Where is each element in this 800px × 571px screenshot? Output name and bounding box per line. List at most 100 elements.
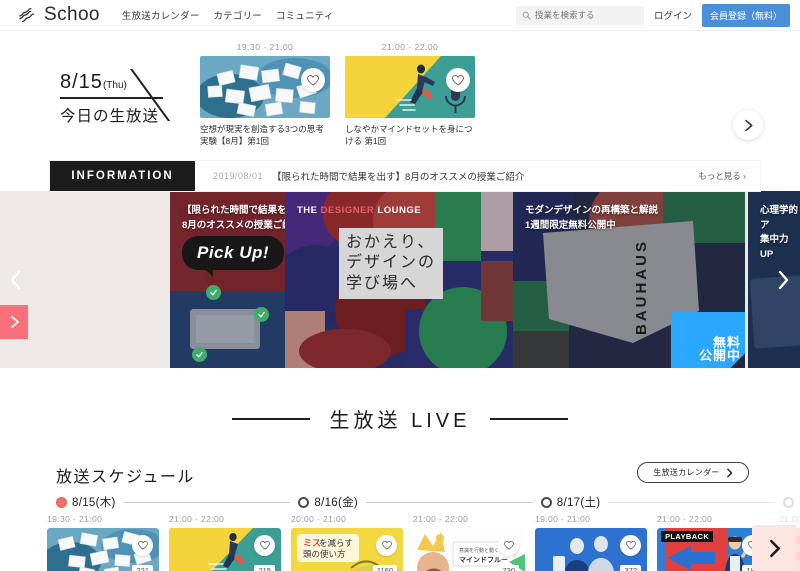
schedule-card[interactable]: 20:00 - 21:00 ミス を減らす 頭の使い方 1160: [291, 514, 403, 571]
attendee-count: 730: [498, 565, 519, 571]
schedule-card-list: 19:30 - 21:00 221 21:00 - 22:00 215 20:0…: [47, 514, 800, 571]
today-card[interactable]: 19:30 - 21:00 空想が現実を創造する3つの思考実験【8月】第1回: [200, 42, 330, 148]
heart-icon: [381, 541, 392, 550]
logo[interactable]: Schoo: [18, 4, 100, 26]
carousel-slide[interactable]: モダンデザインの再構築と解説 1週間限定無料公開中 BAUHAUS 無料 公開中: [513, 191, 745, 368]
favorite-button[interactable]: [301, 68, 325, 92]
today-card-time: 19:30 - 21:00: [236, 42, 294, 52]
svg-text:意識を行動と動く: 意識を行動と動く: [459, 547, 499, 554]
timeline-connector: [366, 501, 533, 503]
heading-rule-left: [231, 417, 310, 420]
schedule-card-time: 20:00 - 21:00: [291, 514, 347, 524]
free-badge-text: 無料 公開中: [698, 334, 741, 364]
heart-icon: [625, 541, 636, 550]
favorite-button[interactable]: [254, 535, 275, 556]
live-section-heading: 生放送 LIVE: [0, 404, 800, 433]
carousel-slide[interactable]: THE DESIGNER LOUNGE おかえり、 デザインの 学び場へ: [285, 191, 520, 368]
check-icon: [192, 347, 207, 362]
feature-carousel[interactable]: 【限られた時間で結果を出す】 8月のオススメの授業ご紹介 THE DESIGNE…: [0, 191, 800, 368]
search-input[interactable]: [534, 10, 638, 20]
favorite-button[interactable]: [376, 535, 397, 556]
schedule-card-thumbnail: ミス を減らす 頭の使い方 1160: [291, 528, 403, 571]
today-card[interactable]: 21:00 - 22:00 しなやかマインドセットを身につける 第1回: [345, 42, 475, 148]
favorite-button[interactable]: [132, 535, 153, 556]
slide-bauhaus-word: BAUHAUS: [633, 239, 650, 335]
schedule-card[interactable]: 19:30 - 21:00 221: [47, 514, 159, 571]
nav-item-category[interactable]: カテゴリー: [213, 8, 262, 22]
today-card-time: 21:00 - 22:00: [381, 42, 439, 52]
schedule-date[interactable]: 8/15(木): [56, 494, 116, 510]
schedule-card-time: 21:00 - 2: [779, 514, 800, 524]
information-title[interactable]: 【限られた時間で結果を出す】8月のオススメの授業ご紹介: [272, 169, 524, 183]
heart-icon: [452, 74, 464, 86]
search-icon: [522, 11, 531, 20]
heart-icon: [259, 541, 270, 550]
broadcast-calendar-label: 生放送カレンダー: [653, 468, 720, 477]
schedule-date-timeline: 8/15(木) 8/16(金) 8/17(土) 8/1: [56, 494, 800, 510]
check-icon: [206, 285, 221, 300]
today-card-title: しなやかマインドセットを身につける 第1回: [345, 124, 473, 147]
carousel-next-button[interactable]: [772, 267, 794, 293]
heading-rule-right: [490, 417, 569, 420]
information-badge: INFORMATION: [50, 161, 195, 191]
favorite-button[interactable]: [498, 535, 519, 556]
attendee-count: 221: [132, 565, 153, 571]
timeline-connector: [608, 501, 776, 503]
schedule-next-button[interactable]: [752, 525, 796, 571]
pickup-badge: Pick Up!: [182, 236, 285, 277]
svg-text:マインドフルー: マインドフルー: [459, 556, 508, 564]
slide-copy-line: 学び場へ: [346, 274, 419, 292]
header-actions: ログイン 会員登録（無料）: [515, 3, 790, 27]
check-icon: [254, 307, 269, 322]
information-date: 2019/08/01: [213, 171, 264, 181]
date-dot: [783, 496, 795, 508]
svg-text:頭の使い方: 頭の使い方: [303, 549, 346, 559]
heart-icon: [503, 541, 514, 550]
attendee-count: 1160: [372, 565, 397, 571]
chevron-right-icon: [769, 539, 780, 557]
schedule-date[interactable]: 8/17(土): [540, 494, 601, 510]
slide-copy-line: デザインの: [346, 254, 437, 272]
carousel-prev-button[interactable]: [5, 267, 27, 293]
favorite-button[interactable]: [446, 68, 470, 92]
information-more-link[interactable]: もっと見る ›: [698, 170, 746, 182]
heart-icon: [137, 541, 148, 550]
schedule-card[interactable]: 21:00 - 22:00 215: [169, 514, 281, 571]
information-bar: INFORMATION 2019/08/01 【限られた時間で結果を出す】8月の…: [50, 161, 760, 191]
schedule-date[interactable]: 8/1: [783, 496, 800, 508]
nav-item-community[interactable]: コミュニティ: [276, 8, 334, 22]
today-card-list: 19:30 - 21:00 空想が現実を創造する3つの思考実験【8月】第1回 2…: [200, 42, 475, 148]
schedule-card[interactable]: 19:00 - 21:00 372: [535, 514, 647, 571]
schedule-title: 放送スケジュール: [56, 469, 195, 486]
live-title: 生放送 LIVE: [329, 410, 471, 432]
site-header: Schoo 生放送カレンダー カテゴリー コミュニティ ログイン 会員登録（無料…: [0, 0, 800, 31]
chevron-right-icon: [726, 468, 732, 477]
timeline-connector: [123, 501, 291, 503]
slide-brand-label: THE DESIGNER LOUNGE: [297, 205, 422, 216]
schedule-date[interactable]: 8/16(金): [298, 494, 358, 510]
nav-item-calendar[interactable]: 生放送カレンダー: [122, 8, 200, 22]
date-label: 8/17(土): [556, 497, 601, 509]
broadcast-calendar-button[interactable]: 生放送カレンダー: [637, 462, 749, 483]
svg-text:を減らす: を減らす: [319, 538, 353, 548]
date-dot: [298, 496, 310, 508]
chevron-right-icon: [778, 270, 789, 290]
schedule-card-time: 21:00 - 22:00: [169, 514, 225, 524]
signup-button[interactable]: 会員登録（無料）: [701, 3, 790, 27]
free-badge: 無料 公開中: [671, 312, 745, 368]
schedule-card-thumbnail: 意識を行動と動く マインドフルー 730: [413, 528, 525, 571]
slide-headline: 心理学的ア 集中力UP: [760, 205, 799, 261]
today-next-button[interactable]: [733, 110, 763, 140]
favorite-button[interactable]: [620, 535, 641, 556]
slide-headline: モダンデザインの再構築と解説 1週間限定無料公開中: [525, 205, 659, 231]
date-label: 8/16(金): [314, 497, 359, 509]
side-promo-button[interactable]: [0, 305, 28, 339]
today-card-thumbnail: [200, 56, 330, 118]
schedule-card-time: 19:00 - 21:00: [535, 514, 591, 524]
schedule-card[interactable]: 21:00 - 22:00 意識を行動と動く マインドフルー 730: [413, 514, 525, 571]
attendee-count: 215: [254, 565, 275, 571]
date-dot: [540, 496, 552, 508]
login-link[interactable]: ログイン: [654, 8, 692, 22]
search-box[interactable]: [515, 5, 644, 25]
date-dot: [56, 496, 67, 508]
